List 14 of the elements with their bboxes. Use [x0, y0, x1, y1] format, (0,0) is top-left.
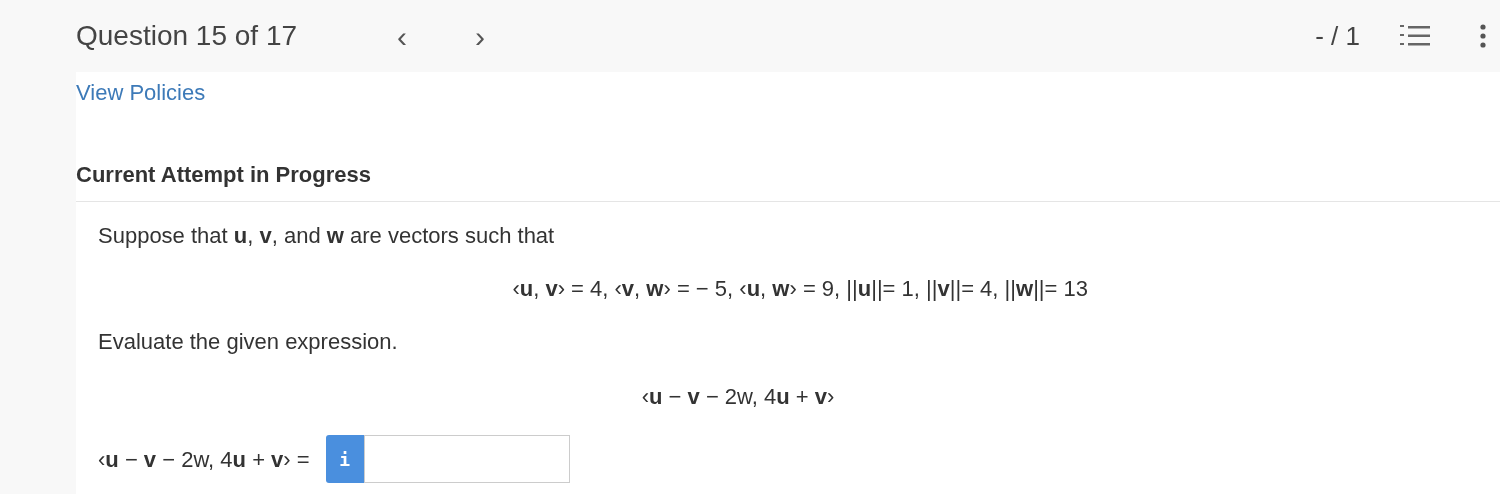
answer-label: ‹u − v − 2w, 4u + v› = [98, 445, 310, 474]
given-equations: ‹u, v› = 4, ‹v, w› = − 5, ‹u, w› = 9, ||u||= 1, ||v||= 4, ||w||= 13 [511, 275, 1088, 303]
view-policies-link[interactable]: View Policies [76, 80, 206, 105]
more-options-icon[interactable] [1480, 24, 1486, 48]
attempt-heading: Current Attempt in Progress [76, 161, 371, 189]
expression: ‹u − v − 2w, 4u + v› [641, 383, 835, 411]
question-text: Suppose that u, v, and w are vectors such that [98, 222, 556, 250]
next-button[interactable]: › [460, 13, 500, 59]
instruction-text: Evaluate the given expression. [98, 328, 399, 356]
question-title: Question 15 of 17 [76, 19, 299, 53]
score-text: - / 1 [1315, 19, 1360, 53]
answer-field[interactable] [363, 435, 570, 483]
numbered-list-icon[interactable] [1400, 24, 1430, 48]
previous-button[interactable]: ‹ [382, 13, 422, 59]
